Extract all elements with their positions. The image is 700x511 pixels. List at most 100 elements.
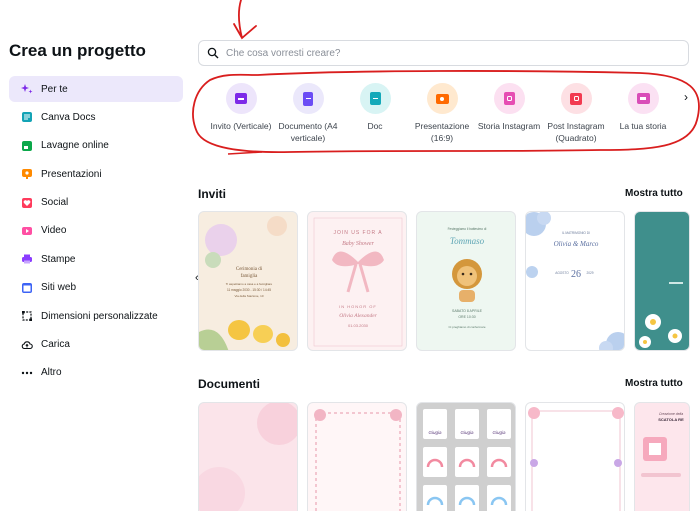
website-icon xyxy=(21,282,33,294)
invite-card-4[interactable]: IL MATRIMONIO DI Olivia & Marco AGOSTO 2… xyxy=(525,211,625,351)
invite-1-line-1: Cerimonia di xyxy=(236,267,263,272)
show-all-inviti-link[interactable]: Mostra tutto xyxy=(625,188,683,199)
invite-1-line-2: famiglia xyxy=(241,274,258,279)
invite-1-line-5: Via della Stazione, 10 xyxy=(235,294,264,298)
sidebar-item-lavagne-online[interactable]: Lavagne online xyxy=(9,133,183,159)
story-icon xyxy=(627,83,659,114)
sidebar-item-altro[interactable]: Altro xyxy=(9,360,183,386)
document-card-1[interactable] xyxy=(198,402,298,511)
invite-2-line-3: IN HONOR OF xyxy=(339,304,377,309)
category-label: Doc xyxy=(367,121,383,131)
canva-create-project-page: Crea un progetto Per te Canva Docs Lavag… xyxy=(0,0,700,511)
presentation-icon xyxy=(426,83,458,114)
document-card-4[interactable] xyxy=(525,402,625,511)
sidebar-item-label: Presentazioni xyxy=(41,168,102,180)
document-3-label-2: Giugia xyxy=(460,430,474,435)
print-icon xyxy=(21,253,33,265)
sidebar-item-video[interactable]: Video xyxy=(9,218,183,244)
document-5-line-2: SCATOLA RE xyxy=(658,417,684,422)
document-card-3[interactable]: Giugia Giugia Giugia xyxy=(416,402,516,511)
invitation-icon xyxy=(225,83,257,114)
invite-4-line-3: AGOSTO xyxy=(555,271,569,275)
search-input[interactable] xyxy=(226,47,626,59)
category-label: La tua storia xyxy=(619,121,667,131)
sidebar-item-dimensioni-personalizzate[interactable]: Dimensioni personalizzate xyxy=(9,303,183,329)
doc-icon xyxy=(359,83,391,114)
video-icon xyxy=(21,225,33,237)
sidebar-item-label: Stampe xyxy=(41,253,76,265)
chevron-right-icon[interactable]: › xyxy=(678,90,694,106)
invite-4-line-4: 26 xyxy=(571,269,581,280)
category-documento-a4[interactable]: Documento (A4 verticale) xyxy=(273,80,343,144)
invite-2-line-2: Baby Shower xyxy=(342,241,374,247)
category-label: Documento (A4 verticale) xyxy=(278,121,338,143)
sidebar-item-label: Dimensioni personalizzate xyxy=(41,310,158,322)
section-title-documenti: Documenti xyxy=(198,377,261,391)
sidebar-item-label: Video xyxy=(41,225,67,237)
category-label: Storia Instagram xyxy=(477,121,541,131)
sidebar-item-per-te[interactable]: Per te xyxy=(9,76,183,102)
invite-4-line-1: IL MATRIMONIO DI xyxy=(562,231,590,235)
cloud-upload-icon xyxy=(21,339,33,351)
sidebar-item-social[interactable]: Social xyxy=(9,190,183,216)
category-label: Presentazione (16:9) xyxy=(414,121,470,143)
invite-3-line-4: ORE 10:30 xyxy=(458,315,475,319)
invite-3-line-1: Festeggiamo il battesimo di xyxy=(448,227,487,231)
sidebar-item-siti-web[interactable]: Siti web xyxy=(9,275,183,301)
category-doc[interactable]: Doc xyxy=(340,80,410,132)
invite-card-2[interactable]: JOIN US FOR A Baby Shower IN HONOR OF Ol… xyxy=(307,211,407,351)
invite-2-line-1: JOIN US FOR A xyxy=(333,230,382,236)
search-bar[interactable] xyxy=(198,40,689,66)
invite-4-line-2: Olivia & Marco xyxy=(554,240,599,248)
category-label: Post Instagram (Quadrato) xyxy=(547,121,605,143)
main-content: Invito (Verticale) Documento (A4 vertica… xyxy=(190,0,700,511)
sidebar-item-label: Lavagne online xyxy=(41,140,109,152)
category-storia-instagram[interactable]: Storia Instagram xyxy=(474,80,544,132)
show-all-documenti-link[interactable]: Mostra tutto xyxy=(625,378,683,389)
whiteboard-icon xyxy=(21,140,33,152)
sidebar-item-label: Social xyxy=(41,197,69,209)
document-3-label-1: Giugia xyxy=(428,430,442,435)
invite-4-line-5: 2029 xyxy=(586,271,593,275)
sidebar-item-presentazioni[interactable]: Presentazioni xyxy=(9,161,183,187)
more-icon xyxy=(21,367,33,379)
invite-3-line-5: Ci preghiamo di confermare xyxy=(448,325,485,329)
instagram-story-icon xyxy=(493,83,525,114)
invite-1-line-3: Ti aspettiamo a casa e a famigliare xyxy=(226,282,273,286)
docs-icon xyxy=(21,111,33,123)
category-label: Invito (Verticale) xyxy=(210,121,272,131)
document-card-2[interactable] xyxy=(307,402,407,511)
invite-card-3[interactable]: Festeggiamo il battesimo di Tommaso SABA… xyxy=(416,211,516,351)
sidebar-item-label: Carica xyxy=(41,339,70,351)
invite-3-line-2: Tommaso xyxy=(450,236,485,246)
document-5-line-1: Creazione della xyxy=(659,412,683,416)
design-type-carousel: Invito (Verticale) Documento (A4 vertica… xyxy=(200,80,700,150)
sidebar-item-label: Siti web xyxy=(41,282,77,294)
invite-card-5[interactable] xyxy=(634,211,690,351)
resize-icon xyxy=(21,310,33,322)
heart-icon xyxy=(21,197,33,209)
sidebar-item-canva-docs[interactable]: Canva Docs xyxy=(9,104,183,130)
search-icon xyxy=(207,47,219,59)
document-icon xyxy=(292,83,324,114)
category-invito[interactable]: Invito (Verticale) xyxy=(206,80,276,132)
sidebar-title: Crea un progetto xyxy=(9,41,146,60)
section-title-inviti: Inviti xyxy=(198,187,227,201)
instagram-post-icon xyxy=(560,83,592,114)
sidebar-item-stampe[interactable]: Stampe xyxy=(9,246,183,272)
sidebar-nav: Per te Canva Docs Lavagne online Present… xyxy=(9,76,183,388)
category-post-instagram[interactable]: Post Instagram (Quadrato) xyxy=(541,80,611,144)
sidebar-item-carica[interactable]: Carica xyxy=(9,332,183,358)
document-card-5[interactable]: Creazione della SCATOLA RE xyxy=(634,402,690,511)
invite-2-line-4: Olivia Alexander xyxy=(339,313,377,319)
invite-1-line-4: 11 maggio 2030 - 15:30 / 14:45 xyxy=(227,288,271,292)
presentation-icon xyxy=(21,168,33,180)
invite-card-1[interactable]: Cerimonia di famiglia Ti aspettiamo a ca… xyxy=(198,211,298,351)
invite-3-line-3: SABATO 8 APRILE xyxy=(452,309,483,313)
invite-2-line-5: 01.03.2030 xyxy=(348,323,369,328)
category-presentazione[interactable]: Presentazione (16:9) xyxy=(407,80,477,144)
sidebar-item-label: Per te xyxy=(41,83,68,95)
category-la-tua-storia[interactable]: La tua storia xyxy=(608,80,678,132)
sidebar: Crea un progetto Per te Canva Docs Lavag… xyxy=(0,0,190,511)
sparkle-icon xyxy=(21,83,33,95)
